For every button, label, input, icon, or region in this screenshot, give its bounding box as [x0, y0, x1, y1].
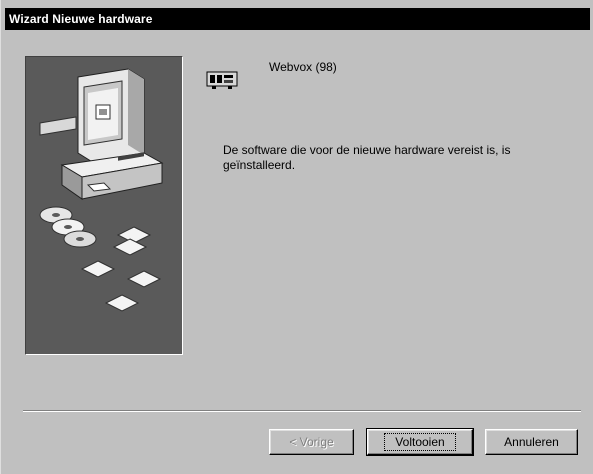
window-title: Wizard Nieuwe hardware [9, 12, 153, 26]
computer-base-icon [60, 152, 164, 200]
monitor-icon [77, 68, 145, 164]
back-button[interactable]: < Vorige [269, 429, 354, 455]
computer-with-discs-illustration [39, 68, 164, 312]
finish-button[interactable]: Voltooien [366, 428, 474, 456]
finish-button-label: Voltooien [384, 433, 456, 451]
separator-highlight [23, 411, 581, 412]
wizard-illustration-panel [25, 56, 183, 355]
title-bar[interactable]: Wizard Nieuwe hardware [5, 8, 590, 30]
wizard-window: Wizard Nieuwe hardware Webvox (98) De so… [0, 0, 593, 474]
install-complete-message: De software die voor de nieuwe hardware … [223, 143, 511, 172]
cancel-button[interactable]: Annuleren [485, 429, 578, 455]
device-name: Webvox (98) [269, 60, 337, 74]
hardware-device-icon [206, 71, 238, 89]
cd-discs-icon [39, 206, 97, 248]
